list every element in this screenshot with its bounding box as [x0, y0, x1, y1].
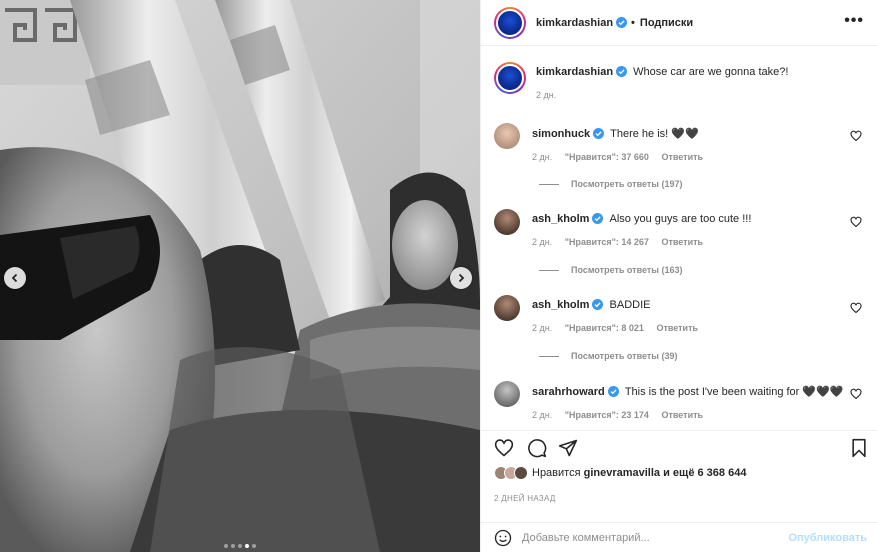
- comment-bubble-icon[interactable]: [527, 438, 547, 458]
- add-comment-bar: Опубликовать: [481, 522, 877, 552]
- author-username[interactable]: kimkardashian: [536, 17, 613, 29]
- carousel-indicator: [0, 544, 480, 548]
- liker-avatar[interactable]: [514, 466, 528, 480]
- post-header: kimkardashian • Подписки •••: [481, 0, 877, 46]
- carousel-dot: [238, 544, 242, 548]
- following-button[interactable]: Подписки: [640, 17, 693, 29]
- comment-item: sarahrhoward This is the post I've been …: [494, 381, 864, 420]
- emoji-icon[interactable]: [494, 529, 512, 547]
- replies-divider: [539, 269, 559, 271]
- post-panel: kimkardashian • Подписки ••• kimkardashi…: [480, 0, 877, 552]
- comment-text: There he is! 🖤🖤: [610, 128, 699, 140]
- verified-badge-icon: [593, 128, 605, 139]
- comment-text: BADDIE: [609, 299, 651, 311]
- verified-badge-icon: [607, 386, 619, 397]
- author-avatar[interactable]: [494, 6, 526, 39]
- carousel-dot: [224, 544, 228, 548]
- comment-likes[interactable]: "Нравится": 14 267: [565, 237, 649, 247]
- view-replies-button[interactable]: Посмотреть ответы (197): [539, 179, 683, 189]
- save-bookmark-icon[interactable]: [849, 438, 869, 458]
- verified-badge-icon: [592, 299, 604, 310]
- comment-avatar[interactable]: [494, 209, 520, 235]
- likes-summary: Нравится ginevramavilla и ещё 6 368 644: [494, 466, 746, 480]
- more-options-icon[interactable]: •••: [844, 12, 864, 30]
- like-heart-icon[interactable]: [494, 438, 514, 458]
- carousel-dot: [252, 544, 256, 548]
- comment-likes[interactable]: "Нравится": 23 174: [565, 410, 649, 420]
- caption-time[interactable]: 2 дн.: [536, 90, 556, 100]
- comment-item: ash_kholm BADDIE 2 дн. "Нравится": 8 021…: [494, 295, 864, 333]
- comment-likes[interactable]: "Нравится": 37 660: [565, 152, 649, 162]
- chevron-right-icon: [458, 273, 465, 283]
- comment-input[interactable]: [522, 531, 782, 544]
- caption-avatar[interactable]: [494, 62, 526, 94]
- comment-likes[interactable]: "Нравится": 8 021: [565, 323, 644, 333]
- view-replies-label: Посмотреть ответы (197): [571, 179, 683, 189]
- comment-text: Also you guys are too cute !!!: [609, 213, 752, 225]
- publish-button[interactable]: Опубликовать: [788, 532, 867, 544]
- comment-username[interactable]: simonhuck: [532, 128, 590, 140]
- carousel-prev-button[interactable]: [4, 267, 26, 289]
- chevron-left-icon: [11, 273, 18, 283]
- header-separator: •: [631, 16, 635, 29]
- like-comment-heart-icon[interactable]: [850, 130, 862, 142]
- comment-avatar[interactable]: [494, 295, 520, 321]
- post-actions: [481, 430, 877, 466]
- view-replies-label: Посмотреть ответы (39): [571, 351, 678, 361]
- comment-username[interactable]: sarahrhoward: [532, 386, 605, 398]
- comment-avatar[interactable]: [494, 381, 520, 407]
- comment-item: simonhuck There he is! 🖤🖤 2 дн. "Нравитс…: [494, 123, 864, 162]
- instagram-post: kimkardashian • Подписки ••• kimkardashi…: [0, 0, 877, 552]
- comment-time[interactable]: 2 дн.: [532, 237, 552, 247]
- post-media[interactable]: [0, 0, 480, 552]
- comments-list[interactable]: kimkardashian Whose car are we gonna tak…: [481, 46, 877, 430]
- comment-time[interactable]: 2 дн.: [532, 152, 552, 162]
- comment-username[interactable]: ash_kholm: [532, 299, 589, 311]
- like-comment-heart-icon[interactable]: [850, 388, 862, 400]
- like-comment-heart-icon[interactable]: [850, 216, 862, 228]
- verified-badge-icon: [616, 66, 628, 77]
- verified-badge-icon: [592, 213, 604, 224]
- replies-divider: [539, 355, 559, 357]
- like-comment-heart-icon[interactable]: [850, 302, 862, 314]
- view-replies-button[interactable]: Посмотреть ответы (163): [539, 265, 683, 275]
- comment-text: This is the post I've been waiting for 🖤…: [624, 386, 844, 398]
- comment-avatar[interactable]: [494, 123, 520, 149]
- verified-badge-icon: [616, 17, 628, 28]
- carousel-next-button[interactable]: [450, 267, 472, 289]
- post-caption: kimkardashian Whose car are we gonna tak…: [494, 62, 788, 100]
- likes-count[interactable]: и ещё 6 368 644: [663, 467, 746, 479]
- view-replies-label: Посмотреть ответы (163): [571, 265, 683, 275]
- likes-prefix: Нравится: [532, 467, 581, 479]
- caption-text: Whose car are we gonna take?!: [633, 66, 789, 78]
- comment-time[interactable]: 2 дн.: [532, 323, 552, 333]
- comment-username[interactable]: ash_kholm: [532, 213, 589, 225]
- reply-button[interactable]: Ответить: [661, 410, 703, 420]
- post-timestamp[interactable]: 2 ДНЕЙ НАЗАД: [494, 494, 556, 503]
- carousel-dot: [231, 544, 235, 548]
- caption-username[interactable]: kimkardashian: [536, 66, 613, 78]
- reply-button[interactable]: Ответить: [661, 152, 703, 162]
- post-photo: [0, 0, 480, 552]
- comment-time[interactable]: 2 дн.: [532, 410, 552, 420]
- reply-button[interactable]: Ответить: [661, 237, 703, 247]
- view-replies-button[interactable]: Посмотреть ответы (39): [539, 351, 677, 361]
- comment-item: ash_kholm Also you guys are too cute !!!…: [494, 209, 864, 247]
- reply-button[interactable]: Ответить: [656, 323, 698, 333]
- likes-user[interactable]: ginevramavilla: [584, 467, 660, 479]
- carousel-dot-active: [245, 544, 249, 548]
- share-send-icon[interactable]: [558, 438, 578, 458]
- replies-divider: [539, 183, 559, 185]
